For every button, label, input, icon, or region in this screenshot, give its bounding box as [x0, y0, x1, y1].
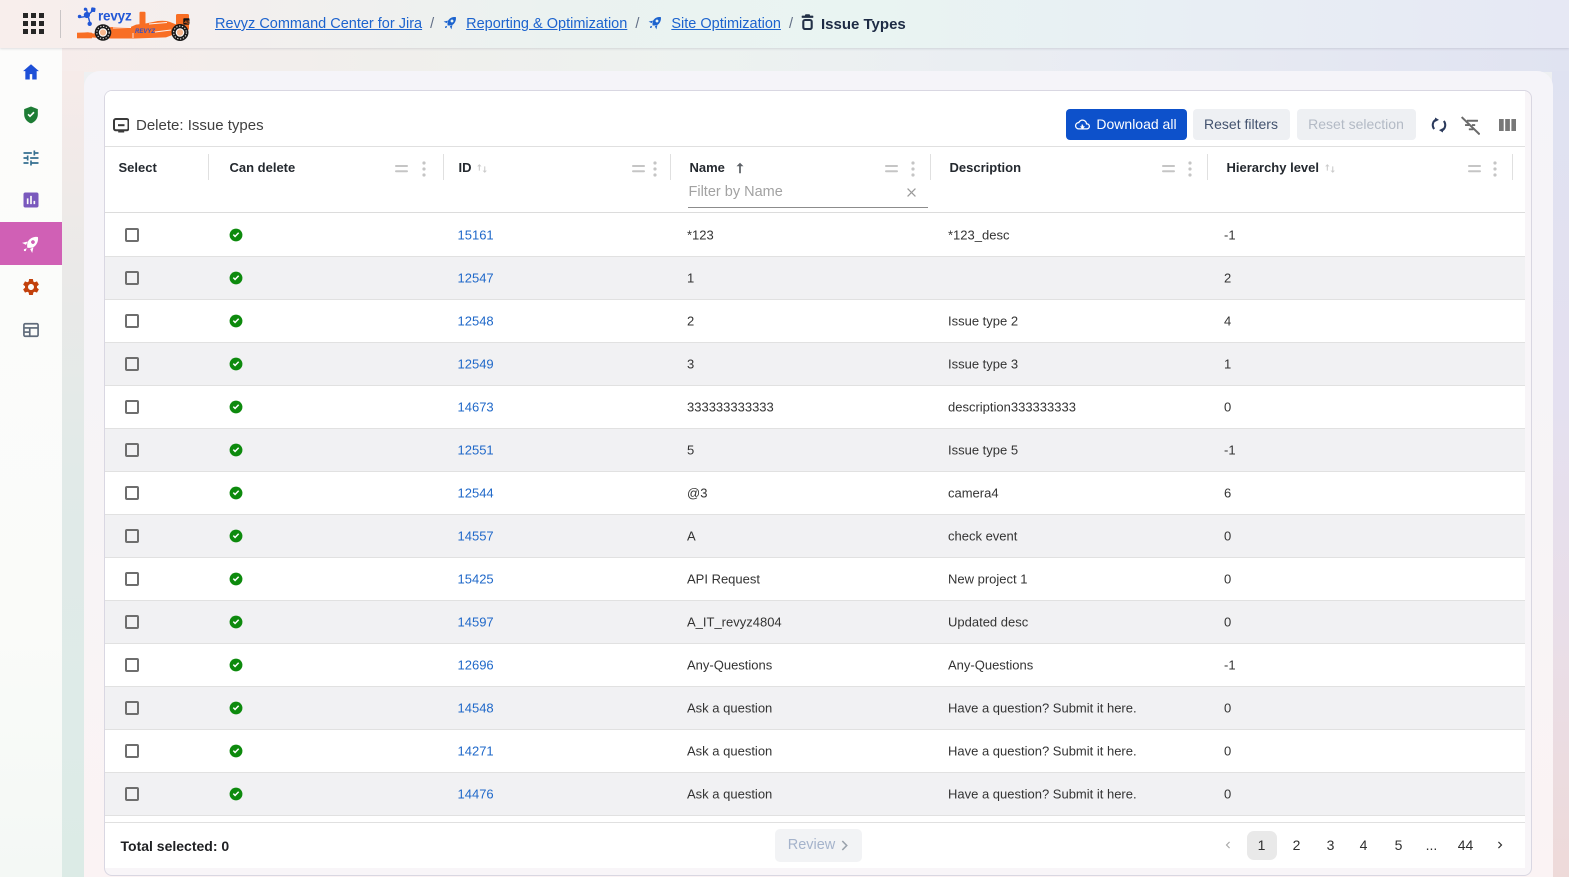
svg-text:42: 42 — [184, 20, 190, 26]
svg-text:REVYZ: REVYZ — [135, 29, 155, 35]
svg-text:revyz: revyz — [98, 8, 132, 23]
